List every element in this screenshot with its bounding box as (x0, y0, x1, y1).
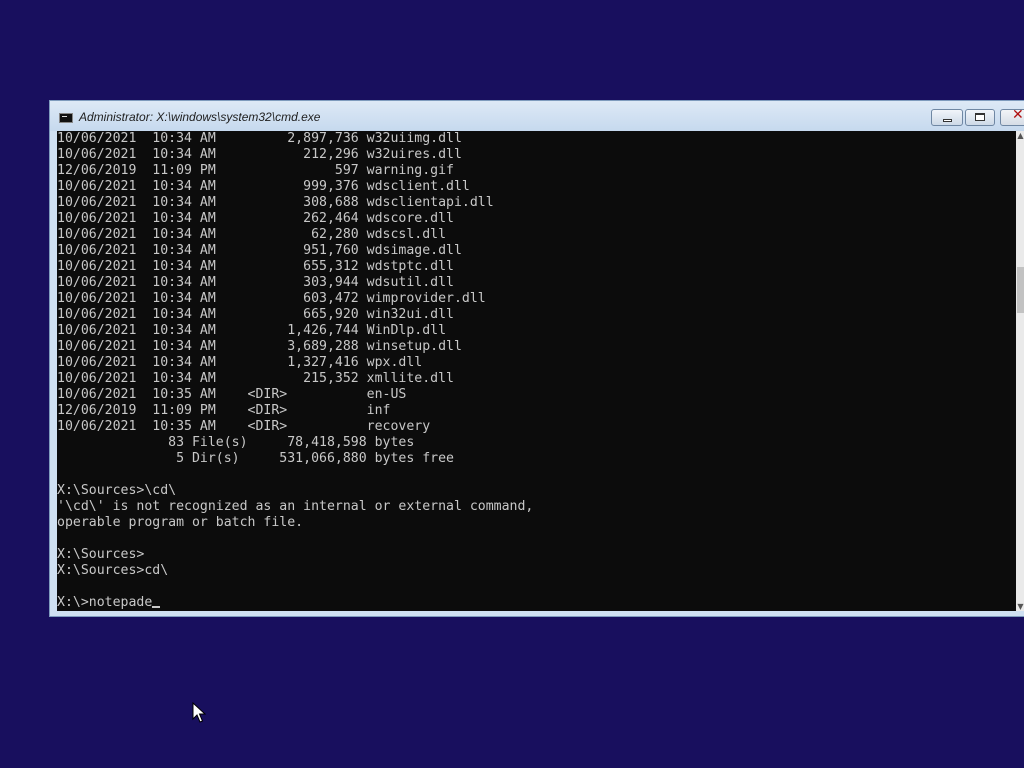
console-line: 12/06/2019 11:09 PM 597 warning.gif (57, 163, 454, 178)
maximize-button[interactable] (965, 109, 995, 126)
console-line: 10/06/2021 10:34 AM 665,920 win32ui.dll (57, 307, 454, 322)
maximize-icon (975, 113, 985, 121)
console-line: 10/06/2021 10:34 AM 603,472 wimprovider.… (57, 291, 486, 306)
scroll-thumb[interactable] (1017, 267, 1024, 313)
console-line: 10/06/2021 10:34 AM 2,897,736 w32uiimg.d… (57, 131, 462, 146)
text-cursor (152, 606, 161, 608)
console-line: 10/06/2021 10:35 AM <DIR> en-US (57, 387, 407, 402)
console-line: X:\Sources>cd\ (57, 563, 169, 578)
console-line: 10/06/2021 10:34 AM 1,426,744 WinDlp.dll (57, 323, 447, 338)
close-icon: ✕ (1012, 107, 1024, 123)
console-line: 10/06/2021 10:34 AM 212,296 w32uires.dll (57, 147, 462, 162)
cmd-window[interactable]: Administrator: X:\windows\system32\cmd.e… (49, 100, 1024, 617)
console-line: 10/06/2021 10:34 AM 951,760 wdsimage.dll (57, 243, 462, 258)
scroll-down-arrow-icon[interactable]: ▼ (1016, 602, 1024, 611)
console-line: 10/06/2021 10:34 AM 1,327,416 wpx.dll (57, 355, 423, 370)
console-line: '\cd\' is not recognized as an internal … (57, 499, 534, 514)
console-line: 10/06/2021 10:34 AM 215,352 xmllite.dll (57, 371, 454, 386)
close-button[interactable]: ✕ (1000, 107, 1024, 126)
console-line: X:\Sources>\cd\ (57, 483, 177, 498)
console-line: X:\Sources> (57, 547, 145, 562)
console-line: 10/06/2021 10:34 AM 62,280 wdscsl.dll (57, 227, 447, 242)
console-line: 10/06/2021 10:34 AM 308,688 wdsclientapi… (57, 195, 494, 210)
console-line: 10/06/2021 10:34 AM 655,312 wdstptc.dll (57, 259, 454, 274)
console-area[interactable]: 10/06/2021 10:34 AM 2,897,736 w32uiimg.d… (57, 131, 1016, 611)
console-line: 10/06/2021 10:34 AM 3,689,288 winsetup.d… (57, 339, 462, 354)
console-line: 10/06/2021 10:35 AM <DIR> recovery (57, 419, 431, 434)
console-line: operable program or batch file. (57, 515, 304, 530)
console-line: 12/06/2019 11:09 PM <DIR> inf (57, 403, 391, 418)
window-title: Administrator: X:\windows\system32\cmd.e… (79, 110, 321, 124)
console-line: 10/06/2021 10:34 AM 262,464 wdscore.dll (57, 211, 454, 226)
title-bar[interactable]: Administrator: X:\windows\system32\cmd.e… (50, 101, 1024, 131)
mouse-pointer-icon (192, 702, 206, 723)
console-line: 83 File(s) 78,418,598 bytes (57, 435, 415, 450)
console-output: 10/06/2021 10:34 AM 2,897,736 w32uiimg.d… (57, 131, 1016, 611)
command-prompt: X:\> (57, 595, 89, 610)
vertical-scrollbar[interactable]: ▲ ▼ (1016, 131, 1024, 611)
console-line: 5 Dir(s) 531,066,880 bytes free (57, 451, 454, 466)
console-line: 10/06/2021 10:34 AM 999,376 wdsclient.dl… (57, 179, 470, 194)
scroll-up-arrow-icon[interactable]: ▲ (1016, 131, 1024, 140)
cmd-icon (59, 113, 73, 123)
minimize-button[interactable] (931, 109, 963, 126)
command-input[interactable]: notepade (89, 595, 153, 610)
minimize-icon (943, 119, 952, 122)
console-line: 10/06/2021 10:34 AM 303,944 wdsutil.dll (57, 275, 454, 290)
